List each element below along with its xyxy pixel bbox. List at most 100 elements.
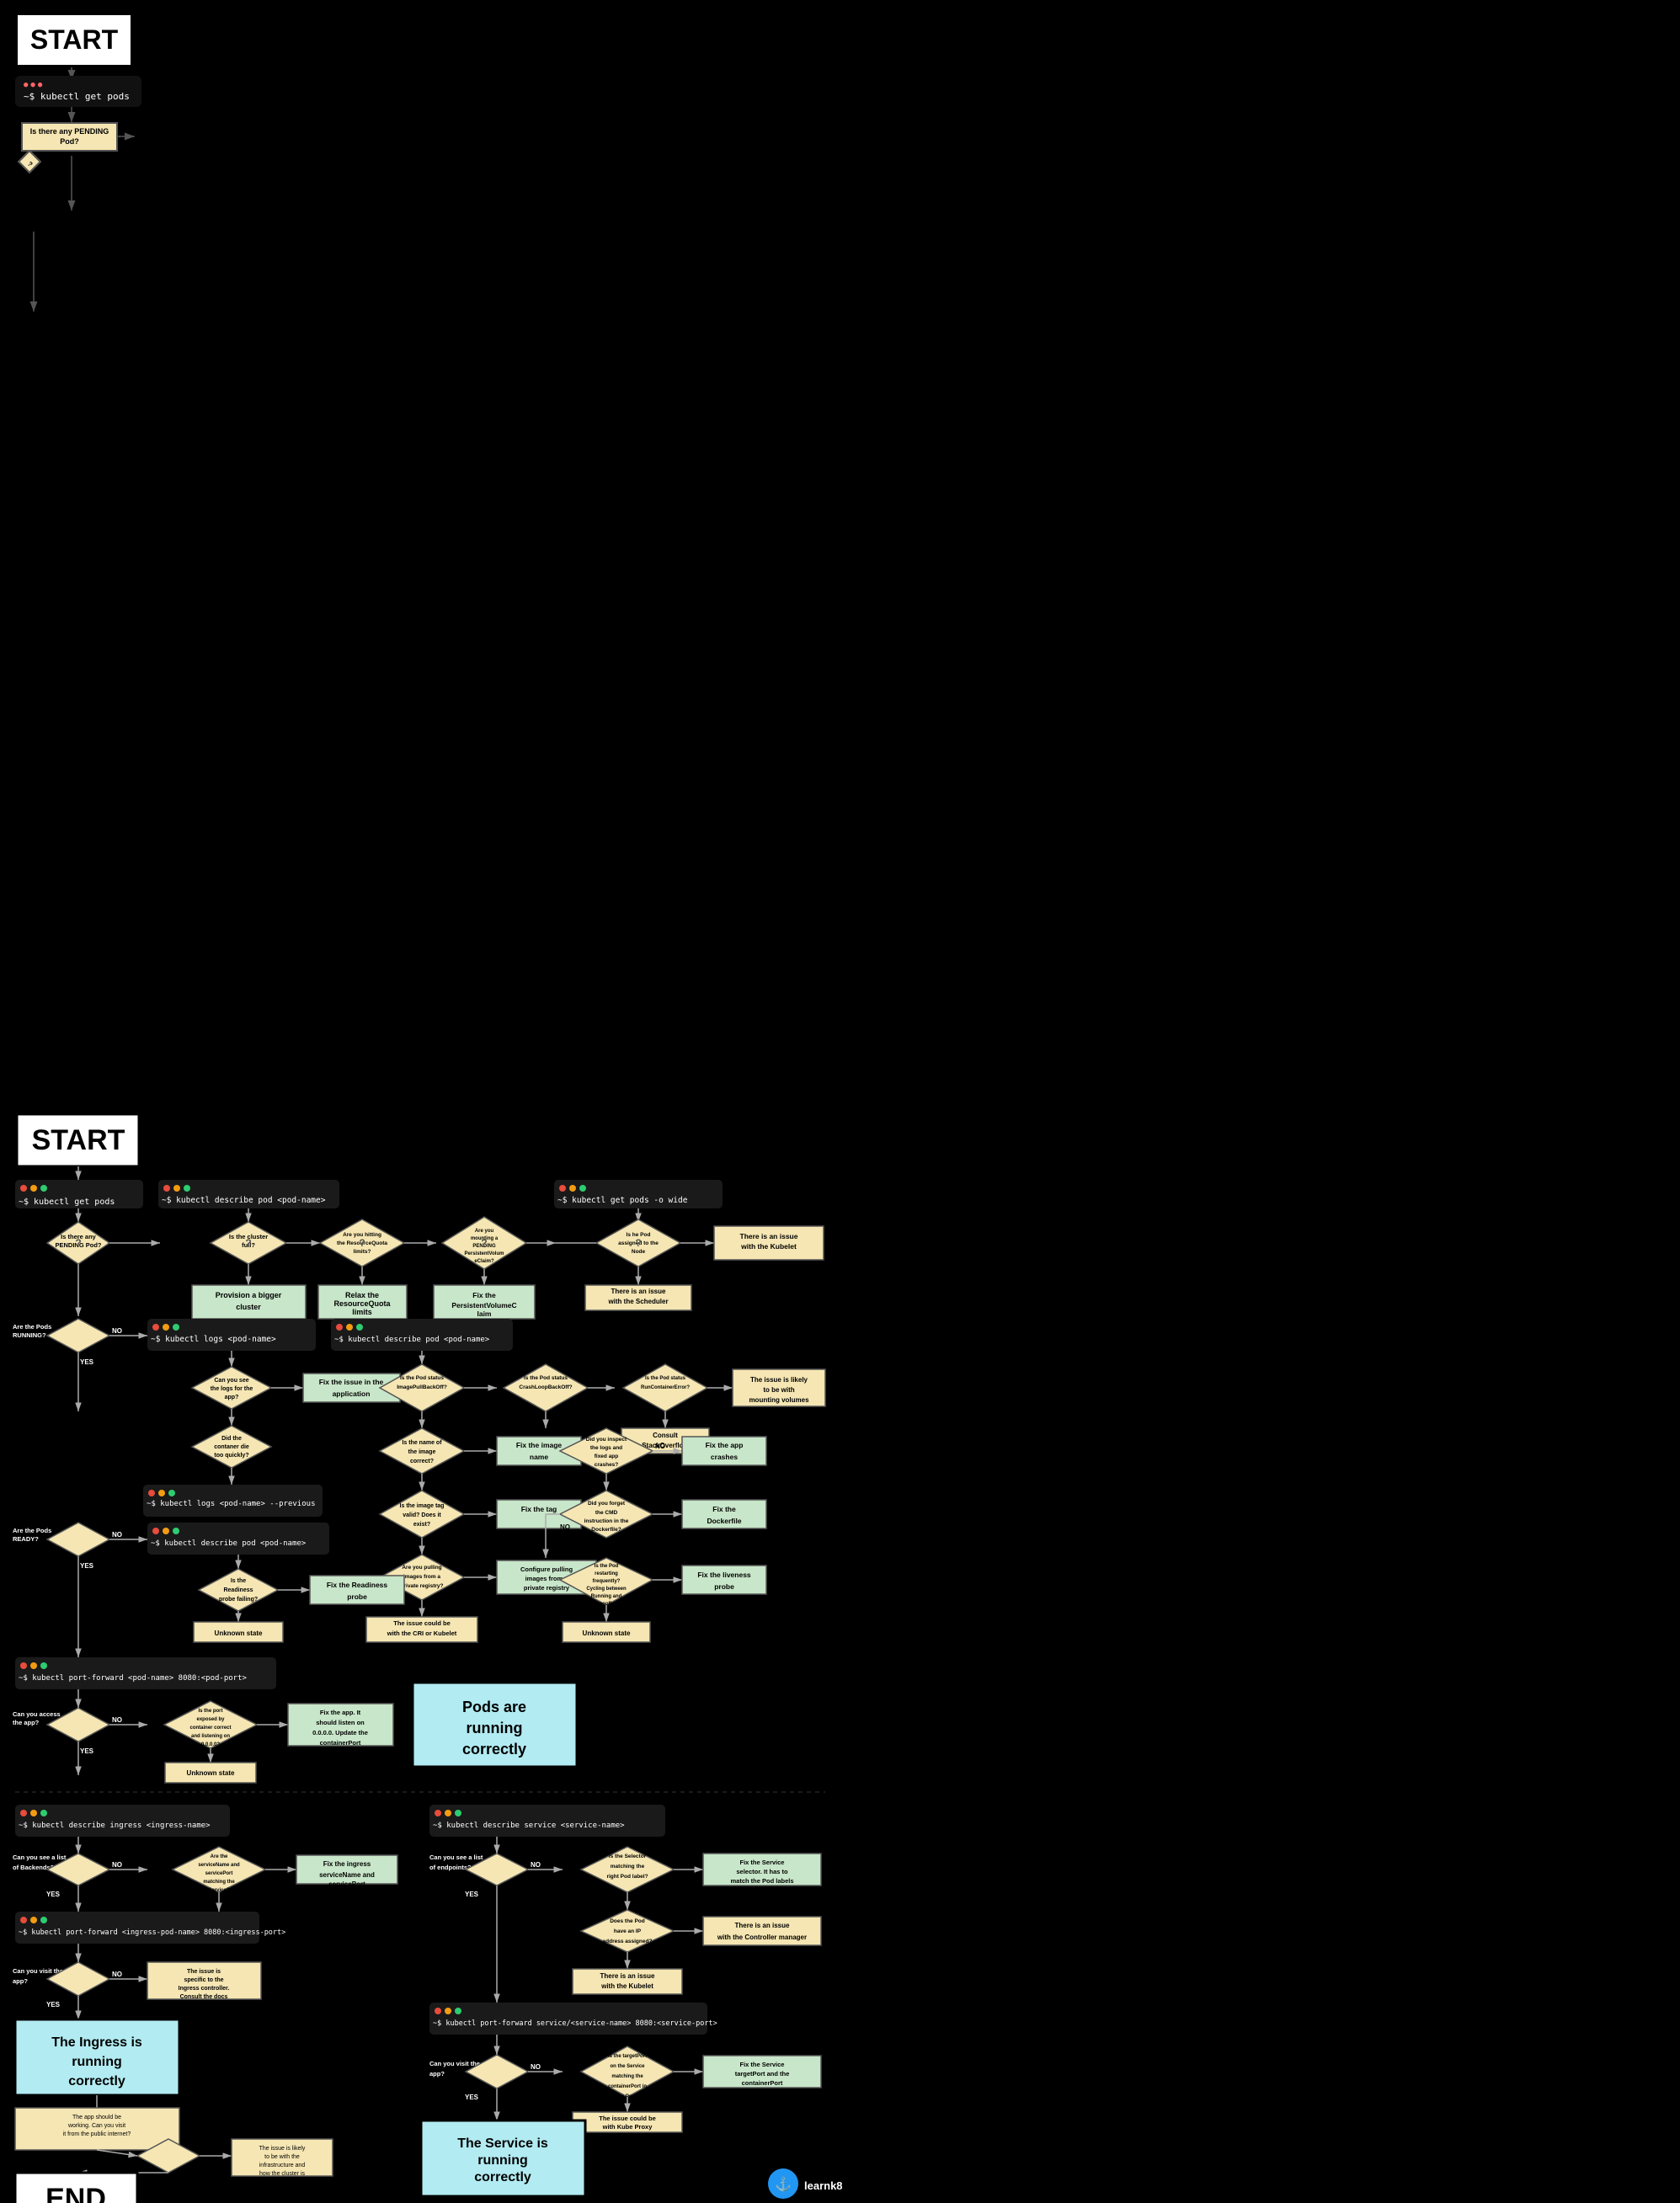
svg-text:Dockerfile?: Dockerfile?	[591, 1527, 621, 1533]
svg-text:running: running	[467, 1720, 523, 1736]
svg-text:?: ?	[359, 1237, 365, 1249]
svg-text:Can you visit the: Can you visit the	[429, 2060, 480, 2067]
svg-text:YES: YES	[46, 1891, 61, 1898]
svg-text:Fix the image: Fix the image	[516, 1441, 563, 1449]
svg-text:crashes?: crashes?	[595, 1462, 619, 1468]
svg-text:containerPort: containerPort	[320, 1739, 361, 1747]
svg-text:with the Kubelet: with the Kubelet	[600, 1982, 653, 1990]
svg-text:Consult: Consult	[653, 1432, 678, 1439]
svg-text:Can you see a list: Can you see a list	[13, 1854, 67, 1861]
svg-text:limits?: limits?	[354, 1249, 371, 1255]
svg-text:serviceName and: serviceName and	[319, 1871, 375, 1879]
svg-text:contaner die: contaner die	[214, 1444, 249, 1450]
svg-text:Can you visit the: Can you visit the	[13, 1967, 63, 1975]
svg-text:targetPort and the: targetPort and the	[735, 2070, 790, 2078]
svg-text:application: application	[333, 1390, 371, 1398]
svg-text:RunContainerError?: RunContainerError?	[641, 1385, 690, 1390]
svg-text:Readiness: Readiness	[223, 1587, 253, 1593]
svg-text:match the Pod labels: match the Pod labels	[730, 1877, 793, 1885]
svg-text:Cycling between: Cycling between	[586, 1587, 627, 1592]
svg-text:the app?: the app?	[13, 1719, 40, 1726]
svg-text:YES: YES	[80, 1747, 94, 1755]
svg-text:YES: YES	[212, 1753, 227, 1761]
svg-text:YES: YES	[274, 1379, 288, 1387]
svg-text:YES: YES	[684, 1235, 698, 1242]
svg-text:Are the: Are the	[211, 1854, 228, 1859]
svg-text:Did you inspect: Did you inspect	[586, 1437, 627, 1443]
svg-text:NO: NO	[467, 1443, 477, 1450]
svg-text:NO: NO	[112, 1971, 122, 1978]
svg-text:Fix the Readiness: Fix the Readiness	[327, 1581, 388, 1589]
svg-text:There is an issue: There is an issue	[740, 1232, 798, 1240]
svg-text:YES: YES	[710, 1379, 724, 1387]
svg-text:YES: YES	[137, 2179, 152, 2186]
svg-text:Fix the ingress: Fix the ingress	[323, 1860, 371, 1868]
svg-text:with the Scheduler: with the Scheduler	[607, 1298, 668, 1305]
svg-text:the logs for the: the logs for the	[211, 1386, 253, 1392]
svg-text:?: ?	[635, 1237, 641, 1249]
svg-text:matching the: matching the	[611, 2074, 643, 2079]
svg-text:~$ kubectl port-forward <ingre: ~$ kubectl port-forward <ingress-pod-nam…	[19, 1928, 285, 1937]
svg-text:Did the: Did the	[221, 1436, 242, 1442]
svg-text:frequently?: frequently?	[593, 1579, 621, 1584]
svg-text:Can you access: Can you access	[13, 1710, 61, 1718]
svg-text:mounting volumes: mounting volumes	[749, 1396, 809, 1404]
svg-text:Is the: Is the	[231, 1578, 246, 1584]
svg-text:limits: limits	[352, 1308, 372, 1316]
svg-text:Pods are: Pods are	[462, 1699, 526, 1715]
svg-text:The issue could be: The issue could be	[599, 2115, 656, 2122]
svg-text:the logs and: the logs and	[590, 1445, 622, 1451]
svg-text:Is the Pod status: Is the Pod status	[524, 1375, 568, 1381]
svg-text:YES: YES	[46, 2001, 61, 2008]
svg-text:YES: YES	[424, 1479, 438, 1486]
svg-text:NO: NO	[676, 1923, 686, 1930]
svg-text:YES: YES	[629, 2103, 643, 2110]
svg-text:infrastructure and: infrastructure and	[259, 2163, 306, 2168]
svg-text:YES: YES	[112, 1235, 126, 1242]
svg-text:NO: NO	[676, 2063, 686, 2071]
svg-text:Unknown state: Unknown state	[187, 1769, 235, 1777]
svg-text:correctly: correctly	[474, 2170, 531, 2184]
svg-text:Dockerfile: Dockerfile	[707, 1517, 741, 1525]
svg-text:NO: NO	[531, 2063, 541, 2071]
svg-text:Ingress controller.: Ingress controller.	[179, 1986, 230, 1992]
svg-text:Is the name of: Is the name of	[402, 1440, 442, 1446]
svg-text:NO: NO	[112, 1531, 122, 1539]
svg-text:YES: YES	[424, 1416, 438, 1424]
svg-text:NO: NO	[112, 1861, 122, 1869]
svg-text:of endpoints?: of endpoints?	[429, 1864, 472, 1871]
svg-text:NO: NO	[598, 1249, 608, 1256]
q1-diamond: ?	[18, 150, 41, 173]
svg-text:RUNNING?: RUNNING?	[13, 1331, 46, 1339]
svg-text:~$ kubectl describe service <s: ~$ kubectl describe service <service-nam…	[433, 1822, 625, 1830]
svg-text:app?: app?	[13, 1977, 28, 1985]
svg-text:YES: YES	[280, 1582, 295, 1589]
svg-text:Node: Node	[632, 1249, 646, 1255]
svg-text:Does the Pod: Does the Pod	[610, 1918, 645, 1924]
svg-text:Is the Pod status: Is the Pod status	[645, 1376, 686, 1381]
svg-text:for your Ingress.: for your Ingress.	[180, 2000, 227, 2006]
svg-text:learnk8s: learnk8s	[804, 2179, 842, 2192]
svg-text:END: END	[45, 2183, 106, 2203]
svg-text:app?: app?	[225, 1395, 239, 1400]
svg-text:There is an issue: There is an issue	[600, 1972, 655, 1980]
svg-text:?: ?	[245, 1237, 251, 1249]
svg-text:YES: YES	[465, 1891, 479, 1898]
svg-text:instruction in the: instruction in the	[584, 1518, 629, 1524]
svg-text:with the Controller manager: with the Controller manager	[717, 1934, 807, 1941]
svg-text:NO: NO	[591, 1379, 601, 1387]
svg-text:PersistentVolumeC: PersistentVolumeC	[451, 1301, 516, 1310]
svg-text:YES: YES	[80, 1358, 94, 1366]
svg-text:YES: YES	[234, 1473, 248, 1480]
svg-text:to be with: to be with	[763, 1386, 794, 1394]
svg-text:NO: NO	[189, 1395, 200, 1402]
svg-text:Fix the: Fix the	[472, 1291, 496, 1299]
svg-text:name: name	[530, 1453, 548, 1461]
svg-text:containerPort in: containerPort in	[608, 2084, 647, 2089]
svg-text:exposed.: exposed.	[270, 2178, 294, 2184]
svg-text:cluster: cluster	[236, 1303, 261, 1311]
svg-text:YES: YES	[465, 2094, 479, 2101]
terminal-get-pods: ~$ kubectl get pods	[15, 76, 141, 107]
svg-text:images from a: images from a	[403, 1574, 440, 1580]
svg-text:The issue could be: The issue could be	[393, 1619, 451, 1627]
